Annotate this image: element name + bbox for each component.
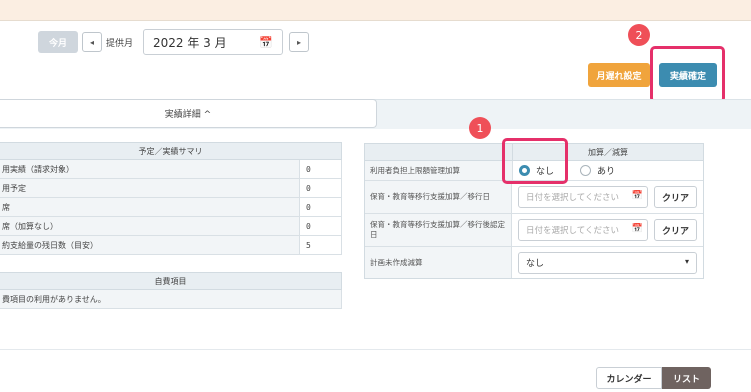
row-label: 席 [0, 198, 300, 216]
header-spacer [365, 144, 513, 160]
date-placeholder: 日付を選択してください [526, 193, 619, 203]
highlight-addition [502, 138, 568, 184]
month-picker[interactable]: 2022 年 3 月 📅 [143, 29, 283, 55]
table-row: 保育・教育等移行支援加算／移行日 日付を選択してください 📅 クリア [365, 181, 703, 214]
plan-reduction-select[interactable]: なし ▾ [518, 251, 697, 274]
calendar-icon[interactable]: 📅 [259, 36, 273, 49]
table-row: 席 0 [0, 198, 342, 217]
table-row: 計画未作成減算 なし ▾ [365, 247, 703, 278]
select-arrows-icon: ▾ [684, 256, 689, 266]
prev-month-button[interactable]: ◂ [82, 32, 102, 52]
summary-table: 予定／実績サマリ 用実績（請求対象） 0 用予定 0 席 0 席（加算なし） 0… [0, 142, 342, 309]
month-value: 2022 年 3 月 [153, 35, 227, 50]
calendar-view-button[interactable]: カレンダー [596, 367, 662, 389]
table-row: 席（加算なし） 0 [0, 217, 342, 236]
radio-yes[interactable] [580, 165, 592, 176]
chevron-left-icon: ◂ [89, 37, 94, 47]
chevron-right-icon: ▸ [296, 37, 301, 47]
summary-title: 予定／実績サマリ [0, 142, 342, 160]
calendar-icon[interactable]: 📅 [631, 191, 643, 201]
confirm-actuals-button[interactable]: 実績確定 [659, 63, 717, 87]
detail-toggle-tab[interactable]: 実績詳細 ^ [0, 99, 377, 128]
month-label: 提供月 [106, 39, 134, 49]
row-value: 0 [306, 221, 311, 231]
row-label: 計画未作成減算 [365, 247, 512, 278]
row-value: 0 [306, 183, 311, 193]
row-value: 5 [306, 240, 311, 250]
next-month-button[interactable]: ▸ [289, 32, 309, 52]
list-view-button[interactable]: リスト [662, 367, 711, 389]
row-label: 利用者負担上限額管理加算 [365, 161, 513, 180]
row-value: 0 [306, 202, 311, 212]
row-value: 日付を選択してください 📅 クリア [512, 214, 703, 246]
table-row: 用実績（請求対象） 0 [0, 160, 342, 179]
late-month-setting-button[interactable]: 月遅れ設定 [588, 63, 650, 87]
divider [0, 349, 751, 350]
table-row: 保育・教育等移行支援加算／移行後認定日 日付を選択してください 📅 クリア [365, 214, 703, 247]
table-row: 用予定 0 [0, 179, 342, 198]
this-month-button[interactable]: 今月 [38, 31, 78, 53]
annotation-badge-2: 2 [628, 24, 650, 46]
main-card: 今月 ◂ 提供月 2022 年 3 月 📅 ▸ 2 月遅れ設定 実績確定 実績詳… [0, 20, 751, 392]
certification-date-input[interactable]: 日付を選択してください 📅 [518, 219, 648, 241]
row-value: 日付を選択してください 📅 クリア [512, 181, 703, 213]
row-label: 保育・教育等移行支援加算／移行日 [365, 181, 512, 213]
row-label: 用実績（請求対象） [0, 160, 300, 178]
row-value: 0 [306, 164, 311, 174]
calendar-icon[interactable]: 📅 [631, 224, 643, 234]
transition-date-input[interactable]: 日付を選択してください 📅 [518, 186, 648, 208]
row-label: 用予定 [0, 179, 300, 197]
row-label: 席（加算なし） [0, 217, 300, 235]
date-placeholder: 日付を選択してください [526, 226, 619, 236]
radio-yes-label[interactable]: あり [597, 164, 615, 177]
row-label: 保育・教育等移行支援加算／移行後認定日 [365, 214, 512, 246]
row-value: なし ▾ [512, 247, 703, 278]
table-row: 約支給量の残日数（目安） 5 [0, 236, 342, 255]
clear-button[interactable]: クリア [654, 186, 697, 208]
select-value: なし [526, 259, 545, 269]
clear-button[interactable]: クリア [654, 219, 697, 241]
self-pay-title: 自費項目 [0, 272, 342, 290]
annotation-badge-1: 1 [469, 117, 491, 139]
self-pay-empty-message: 費項目の利用がありません。 [0, 290, 342, 309]
row-label: 約支給量の残日数（目安） [0, 236, 300, 254]
